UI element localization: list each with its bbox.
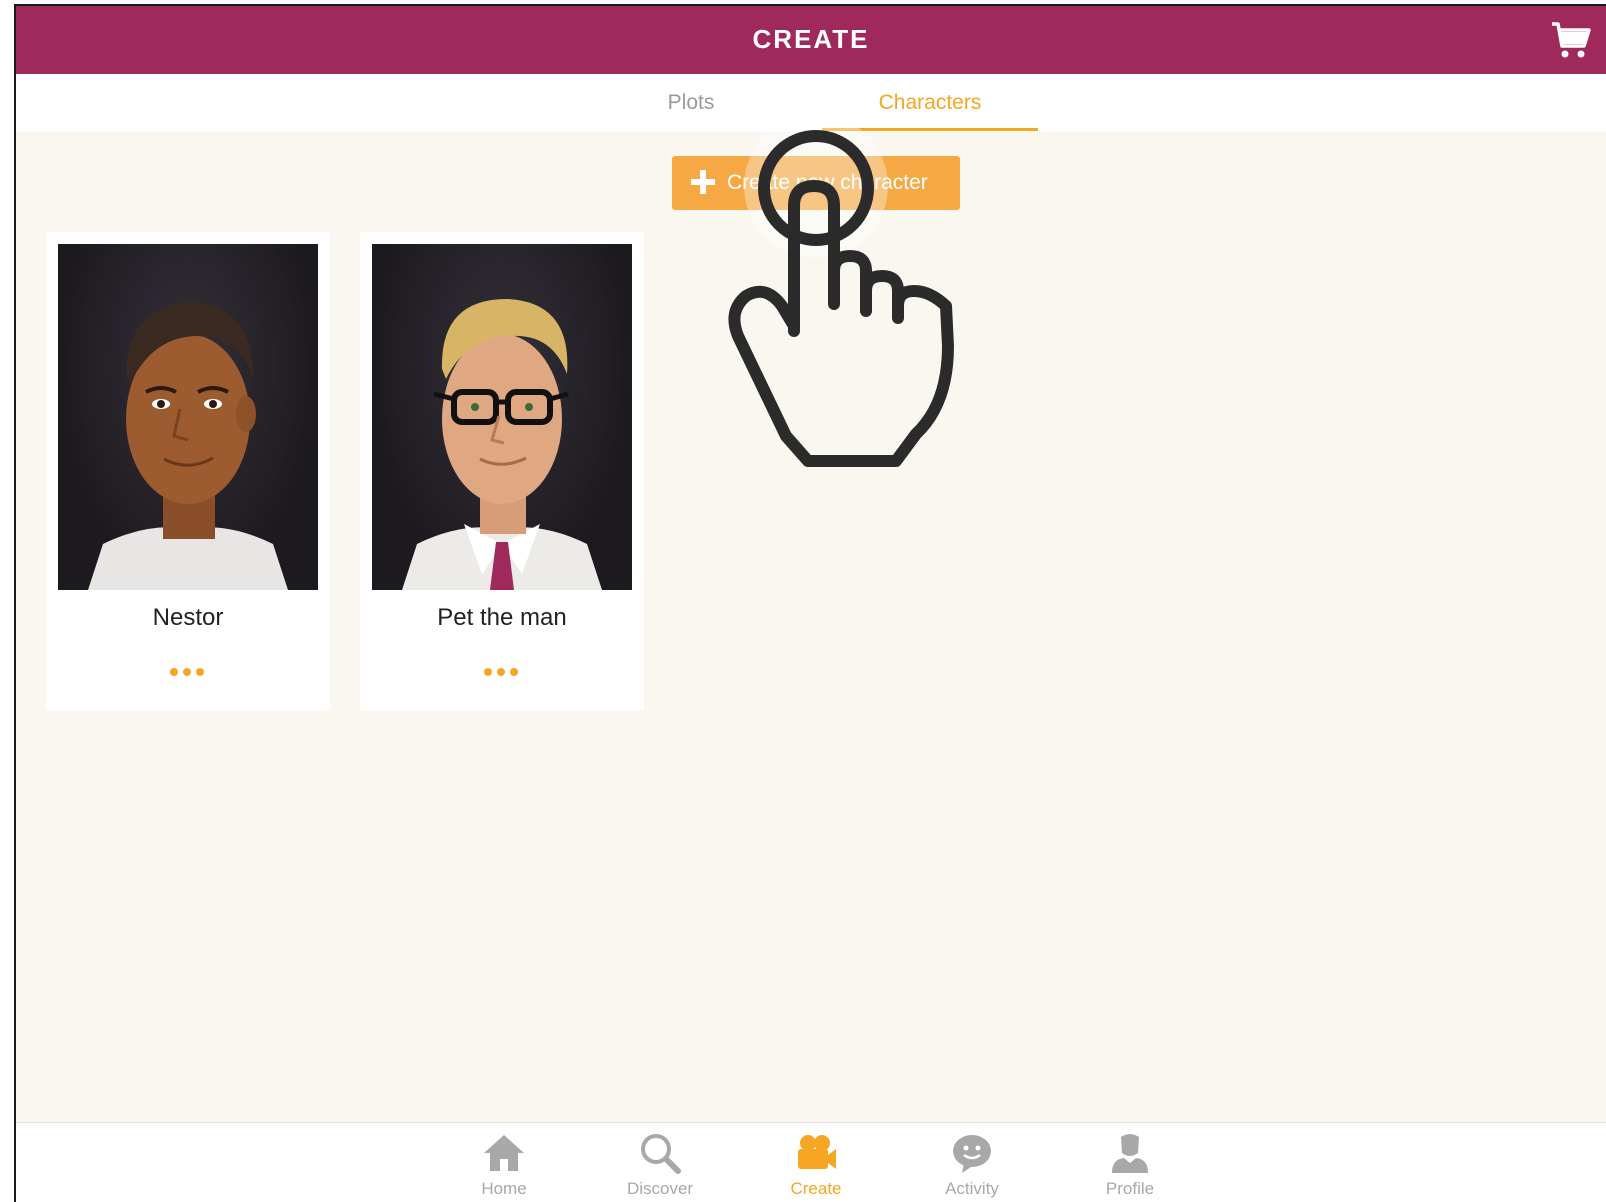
avatar [88,302,288,590]
create-button-label: Create new character [727,171,928,194]
character-portrait [372,244,632,590]
nav-activity[interactable]: Activity [912,1131,1032,1202]
chat-bubble-icon [953,1135,991,1173]
nav-home[interactable]: Home [444,1131,564,1202]
nav-create[interactable]: Create [756,1131,876,1202]
tab-plots[interactable]: Plots [616,74,766,132]
app-frame: CREATE Plots Characters Create new chara… [14,4,1606,1202]
plus-icon [691,170,715,194]
cart-icon[interactable] [1550,20,1592,62]
nav-profile[interactable]: Profile [1070,1131,1190,1202]
top-bar: CREATE [16,6,1606,74]
tab-characters[interactable]: Characters [822,74,1038,132]
active-tab-indicator [822,128,1038,131]
tab-bar: Plots Characters [16,74,1606,132]
character-portrait [58,244,318,590]
profile-icon [1112,1134,1148,1173]
camera-icon [798,1135,836,1169]
character-name: Nestor [152,604,224,631]
character-card[interactable]: Nestor [46,232,330,710]
nav-label: Home [481,1179,527,1198]
character-card[interactable]: Pet the man [360,232,644,710]
search-icon [641,1134,681,1174]
home-icon [484,1135,524,1171]
bottom-nav: Home Discover Create Activity Profile [16,1122,1606,1202]
character-name: Pet the man [437,604,567,631]
create-new-character-button[interactable]: Create new character [672,156,960,210]
more-dots-icon[interactable] [170,668,206,678]
avatar [402,299,602,590]
page-title: CREATE [752,24,870,54]
nav-label: Activity [945,1179,999,1198]
nav-label: Create [790,1179,842,1198]
nav-label: Discover [626,1179,694,1198]
more-dots-icon[interactable] [484,668,520,678]
nav-discover[interactable]: Discover [600,1131,720,1202]
nav-label: Profile [1105,1179,1155,1198]
